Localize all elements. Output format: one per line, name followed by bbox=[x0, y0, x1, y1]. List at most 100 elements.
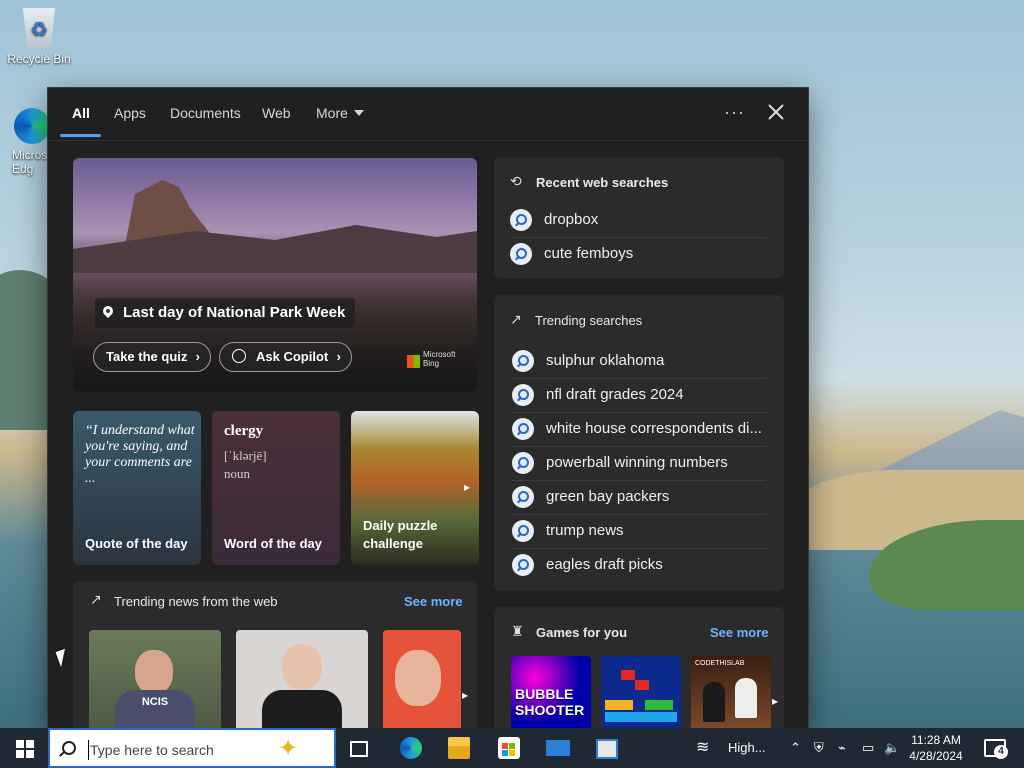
display-icon[interactable]: ▭ bbox=[862, 740, 874, 756]
block-red bbox=[635, 680, 649, 690]
ask-copilot-button[interactable]: Ask Copilot › bbox=[219, 342, 352, 372]
weather-text[interactable]: High... bbox=[728, 740, 766, 755]
trending-search-item[interactable]: sulphur oklahoma bbox=[512, 344, 766, 379]
game-brand: CODETHISLAB bbox=[695, 660, 745, 667]
block-red bbox=[621, 670, 635, 680]
ask-copilot-label: Ask Copilot bbox=[256, 349, 329, 364]
windows-start-icon[interactable] bbox=[16, 740, 34, 758]
game-title: BUBBLE SHOOTER bbox=[515, 686, 585, 718]
store-square-red bbox=[502, 743, 508, 749]
search-placeholder: Type here to search bbox=[90, 742, 214, 758]
desktop-icon-label: Micros Edg bbox=[12, 148, 48, 176]
file-explorer-icon[interactable] bbox=[448, 737, 470, 759]
word-of-the-day-card[interactable]: clergy [ˈklərjē] noun Word of the day bbox=[212, 411, 340, 565]
take-quiz-button[interactable]: Take the quiz › bbox=[93, 342, 211, 372]
trending-search-item[interactable]: green bay packers bbox=[512, 480, 766, 515]
search-tabs: All Apps Documents Web More ··· bbox=[48, 88, 808, 141]
chevron-right-icon[interactable]: ▸ bbox=[464, 480, 480, 496]
taskbar-search-box[interactable]: Type here to search ✦ bbox=[48, 728, 336, 768]
news-thumbnail[interactable] bbox=[236, 630, 368, 728]
news-person bbox=[135, 650, 173, 694]
location-pin-icon bbox=[100, 303, 116, 319]
trending-icon: ↗ bbox=[90, 591, 102, 607]
desktop-icon-edge[interactable]: Micros Edg bbox=[0, 108, 50, 176]
tab-more[interactable]: More bbox=[316, 105, 364, 121]
trending-search-item[interactable]: powerball winning numbers bbox=[512, 446, 766, 481]
chess-piece-black bbox=[703, 682, 725, 722]
desktop-icon-recycle-bin[interactable]: Recycle Bin bbox=[4, 8, 74, 66]
search-icon bbox=[512, 520, 534, 542]
chess-piece-white bbox=[735, 678, 757, 718]
news-person-body bbox=[262, 690, 342, 728]
search-icon bbox=[512, 452, 534, 474]
recent-searches-title: Recent web searches bbox=[536, 175, 669, 190]
mail-icon[interactable] bbox=[546, 740, 570, 756]
news-thumb-text: NCIS bbox=[115, 690, 195, 728]
block-yellow bbox=[605, 700, 619, 710]
news-person bbox=[282, 644, 322, 690]
hero-title[interactable]: Last day of National Park Week bbox=[95, 298, 356, 328]
search-panel: All Apps Documents Web More ··· Last day… bbox=[48, 88, 808, 728]
news-see-more-link[interactable]: See more bbox=[404, 594, 463, 609]
quote-of-the-day-card[interactable]: “I understand what you're saying, and yo… bbox=[73, 411, 201, 565]
news-thumbnail[interactable] bbox=[383, 630, 461, 728]
games-see-more-link[interactable]: See more bbox=[710, 625, 769, 640]
block-green bbox=[659, 700, 673, 710]
news-person bbox=[395, 650, 441, 706]
edge-icon bbox=[14, 108, 50, 144]
tab-documents[interactable]: Documents bbox=[170, 105, 241, 121]
task-view-icon[interactable] bbox=[350, 741, 368, 757]
microsoft-store-icon[interactable] bbox=[498, 737, 520, 759]
chevron-right-icon[interactable]: ▸ bbox=[772, 694, 778, 708]
trending-search-item[interactable]: white house correspondents di... bbox=[512, 412, 766, 447]
edge-icon[interactable] bbox=[400, 737, 422, 759]
card-caption: Daily puzzle challenge bbox=[363, 518, 438, 551]
chess-piece-icon: ♜ bbox=[511, 623, 524, 639]
desktop-icon-label: Recycle Bin bbox=[7, 52, 71, 66]
game-thumbnail-chess[interactable]: CODETHISLAB bbox=[691, 656, 771, 728]
hero-shade bbox=[73, 278, 477, 392]
trending-search-text: white house correspondents di... bbox=[546, 420, 762, 437]
search-icon bbox=[510, 209, 532, 231]
store-square-green bbox=[509, 743, 515, 749]
pronunciation-text: [ˈklərjē] bbox=[224, 448, 267, 463]
chevron-up-icon[interactable]: ⌃ bbox=[790, 740, 801, 756]
hero-card[interactable]: Last day of National Park Week Take the … bbox=[73, 158, 477, 392]
more-options-icon[interactable]: ··· bbox=[724, 102, 745, 123]
game-thumbnail-bubble-shooter[interactable]: BUBBLE SHOOTER bbox=[511, 656, 591, 728]
chevron-right-icon[interactable]: ▸ bbox=[462, 688, 468, 702]
games-title: Games for you bbox=[536, 625, 628, 640]
trending-search-item[interactable]: nfl draft grades 2024 bbox=[512, 378, 766, 413]
daily-puzzle-card[interactable]: Daily puzzle challenge bbox=[351, 411, 479, 565]
recent-search-item[interactable]: cute femboys bbox=[510, 237, 766, 271]
active-tab-indicator bbox=[60, 134, 101, 137]
text-cursor bbox=[88, 740, 89, 760]
news-app-icon[interactable] bbox=[596, 739, 618, 759]
close-icon[interactable] bbox=[764, 100, 788, 124]
tab-apps[interactable]: Apps bbox=[114, 105, 146, 121]
recent-search-item[interactable]: dropbox bbox=[510, 203, 766, 238]
news-thumbnail[interactable]: NCIS bbox=[89, 630, 221, 728]
security-shield-icon[interactable]: ⛨ bbox=[814, 740, 824, 756]
trending-searches-title: Trending searches bbox=[535, 313, 643, 328]
trending-search-item[interactable]: eagles draft picks bbox=[512, 548, 766, 582]
game-thumbnail-blocks[interactable] bbox=[601, 656, 681, 728]
trending-search-text: sulphur oklahoma bbox=[546, 352, 665, 369]
notification-count: 4 bbox=[994, 745, 1008, 759]
trending-search-item[interactable]: trump news bbox=[512, 514, 766, 549]
network-icon[interactable]: ⌁ bbox=[838, 740, 846, 756]
trending-icon: ↗ bbox=[510, 311, 522, 327]
trending-search-text: trump news bbox=[546, 522, 624, 539]
word-text: clergy bbox=[224, 423, 264, 439]
chevron-right-icon: › bbox=[336, 349, 341, 364]
notifications-icon[interactable]: 4 bbox=[984, 739, 1008, 759]
taskbar: Type here to search ✦ ≋ High... ⌃ ⛨ ⌁ ▭ … bbox=[0, 728, 1024, 768]
trending-search-text: powerball winning numbers bbox=[546, 454, 728, 471]
part-of-speech: noun bbox=[224, 466, 250, 481]
tab-more-label: More bbox=[316, 105, 348, 121]
taskbar-clock[interactable]: 11:28 AM 4/28/2024 bbox=[904, 732, 968, 764]
tab-all[interactable]: All bbox=[72, 105, 90, 121]
tab-web[interactable]: Web bbox=[262, 105, 291, 121]
weather-wind-icon[interactable]: ≋ bbox=[696, 737, 709, 757]
volume-muted-icon[interactable]: 🔈 bbox=[884, 740, 900, 756]
